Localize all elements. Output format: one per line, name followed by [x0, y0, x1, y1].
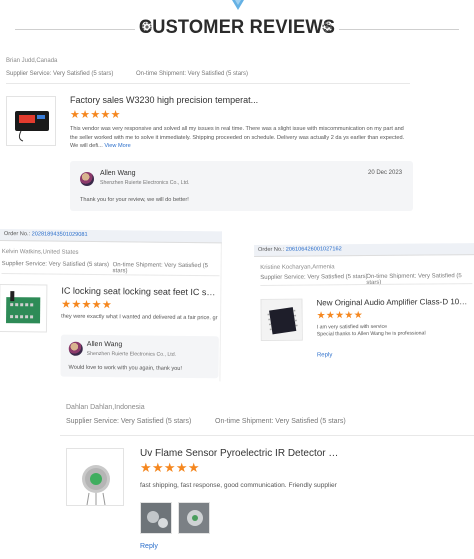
page-title: CUSTOMER REVIEWS	[138, 17, 336, 38]
review-body: they were exactly what I wanted and deli…	[61, 313, 218, 322]
order-label: Order No.:	[258, 246, 286, 253]
supplier-service-rating: Supplier Service: Very Satisfied (5 star…	[66, 418, 192, 425]
buyer-name: Kristine Kocharyan,Armenia	[260, 264, 335, 271]
avatar	[80, 172, 94, 186]
ontime-shipment-rating: On-time Shipment: Very Satisfied (5 star…	[215, 418, 346, 425]
review-text-line: Special thanks to Allen Wang he is profe…	[316, 330, 426, 338]
review-photo[interactable]	[178, 502, 210, 534]
product-thumbnail[interactable]	[66, 448, 124, 506]
product-image	[82, 465, 110, 505]
reply-company: Shenzhen Ruierte Electronics Co., Ltd.	[100, 180, 190, 186]
reply-message: Thank you for your review, we will do be…	[80, 197, 189, 203]
divider	[60, 435, 474, 436]
reply-link[interactable]: Reply	[317, 352, 332, 358]
reviews-header: CUSTOMER REVIEWS	[0, 0, 474, 60]
supplier-service-rating: Supplier Service: Very Satisfied (5 star…	[260, 274, 368, 281]
reply-date: 20 Dec 2023	[368, 170, 403, 176]
star-rating: ★★★★★	[61, 298, 113, 312]
header-rule-right	[339, 29, 459, 30]
product-thumbnail[interactable]	[6, 96, 56, 146]
review-card: Brian Judd,Canada Supplier Service: Very…	[0, 55, 415, 220]
buyer-name: Kelvin Watkins,United States	[1, 249, 79, 256]
review-photo-image	[179, 503, 209, 533]
review-body: This vendor was very responsive and solv…	[70, 125, 410, 151]
order-label: Order No.:	[3, 231, 32, 238]
ontime-shipment-rating: On-time Shipment: Very Satisfied (5 star…	[112, 262, 209, 275]
buyer-name: Dahlan Dahlan,Indonesia	[66, 404, 145, 411]
supplier-service-rating: Supplier Service: Very Satisfied (5 star…	[1, 261, 110, 269]
reply-link[interactable]: Reply	[140, 543, 158, 550]
product-title-link[interactable]: IC locking seat locking seat feet IC soc…	[61, 286, 219, 298]
avatar	[68, 341, 83, 356]
review-photo[interactable]	[140, 502, 172, 534]
gear-icon	[322, 22, 332, 32]
supplier-service-rating: Supplier Service: Very Satisfied (5 star…	[6, 71, 114, 77]
reply-author: Allen Wang	[100, 170, 136, 177]
review-card: Order No.: 202818943501029081 Kelvin Wat…	[0, 229, 222, 382]
product-title-link[interactable]: Uv Flame Sensor Pyroelectric IR Detector…	[140, 448, 340, 459]
review-card: Order No.: 206106426001027162 Kristine K…	[254, 243, 474, 375]
product-image	[6, 291, 41, 324]
divider	[6, 83, 410, 84]
reply-message: Would love to work with you again, thank…	[68, 364, 182, 372]
product-title-link[interactable]: New Original Audio Amplifier Class-D 10V…	[316, 297, 472, 307]
order-number: Order No.: 202818943501029081	[0, 229, 222, 244]
star-rating: ★★★★★	[140, 460, 200, 475]
review-card: Dahlan Dahlan,Indonesia Supplier Service…	[0, 398, 474, 559]
review-body: fast shipping, fast response, good commu…	[140, 482, 337, 489]
review-body: I am very satisfied with service Special…	[317, 323, 473, 338]
review-photo-image	[141, 503, 171, 533]
order-number-link[interactable]: 202818943501029081	[32, 231, 88, 238]
reply-company: Shenzhen Ruierte Electronics Co., Ltd.	[86, 350, 177, 358]
triangle-logo-icon	[232, 0, 244, 10]
star-rating: ★★★★★	[316, 310, 363, 322]
star-rating: ★★★★★	[70, 109, 121, 121]
reply-author: Allen Wang	[86, 340, 123, 349]
order-number: Order No.: 206106426001027162	[254, 243, 474, 257]
product-image	[15, 111, 49, 142]
order-number-link[interactable]: 206106426001027162	[286, 246, 342, 252]
product-title-link[interactable]: Factory sales W3230 high precision tempe…	[70, 95, 320, 105]
buyer-name: Brian Judd,Canada	[6, 58, 58, 64]
product-thumbnail[interactable]	[260, 298, 303, 341]
supplier-reply: Allen Wang Shenzhen Ruierte Electronics …	[60, 334, 219, 379]
product-thumbnail[interactable]	[0, 283, 48, 333]
ontime-shipment-rating: On-time Shipment: Very Satisfied (5 star…	[136, 71, 249, 77]
view-more-link[interactable]: View More	[104, 143, 130, 149]
product-image	[261, 299, 303, 341]
supplier-reply: Allen Wang Shenzhen Ruierte Electronics …	[70, 161, 413, 211]
